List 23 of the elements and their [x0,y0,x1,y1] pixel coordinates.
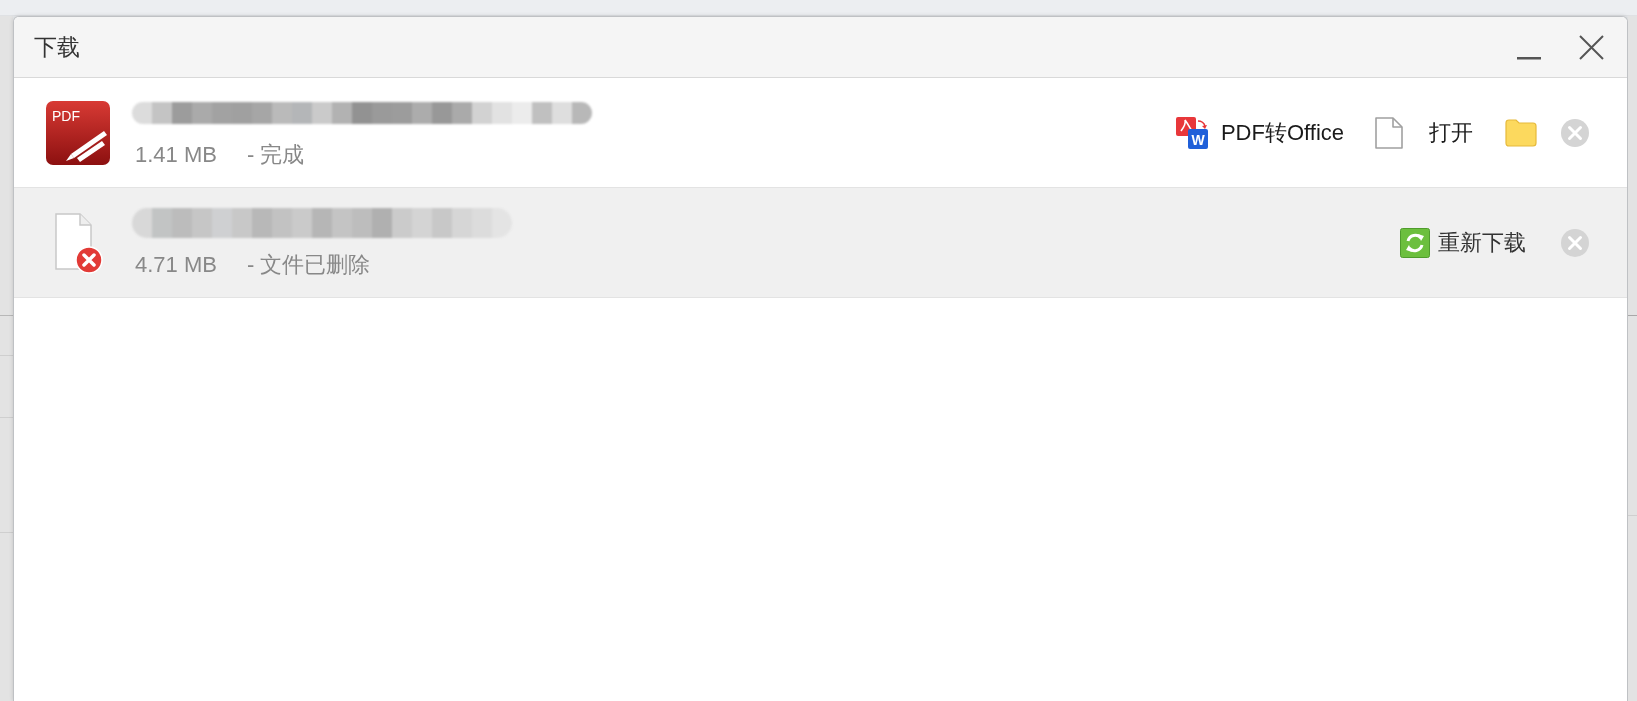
pdf-pencil-logo-icon: PDF [46,100,110,165]
open-button[interactable]: 打开 [1375,116,1473,149]
remove-circle-icon [1561,118,1589,147]
remove-circle-icon [1561,228,1589,257]
folder-button[interactable] [1505,118,1537,147]
download-status: - 完成 [246,141,305,169]
close-icon [1578,34,1604,60]
file-error-icon [53,211,103,274]
download-row[interactable]: PDF 1.41 MB - 完成 W PDF转Office 打开 [14,78,1627,188]
folder-icon [1505,118,1537,147]
refresh-icon [1400,227,1430,258]
file-size: 1.41 MB [135,141,217,169]
download-status: - 文件已删除 [246,251,371,279]
minimize-icon [1517,57,1541,60]
file-size: 4.71 MB [135,251,217,279]
download-row[interactable]: 4.71 MB - 文件已删除 重新下载 [14,188,1627,298]
remove-button[interactable] [1561,118,1589,147]
window-title: 下载 [34,32,80,62]
document-icon [1375,116,1403,149]
pdf-to-office-button[interactable]: W PDF转Office [1175,116,1344,149]
redownload-button[interactable]: 重新下载 [1400,226,1526,259]
remove-button[interactable] [1561,228,1589,257]
close-button[interactable] [1577,33,1605,61]
